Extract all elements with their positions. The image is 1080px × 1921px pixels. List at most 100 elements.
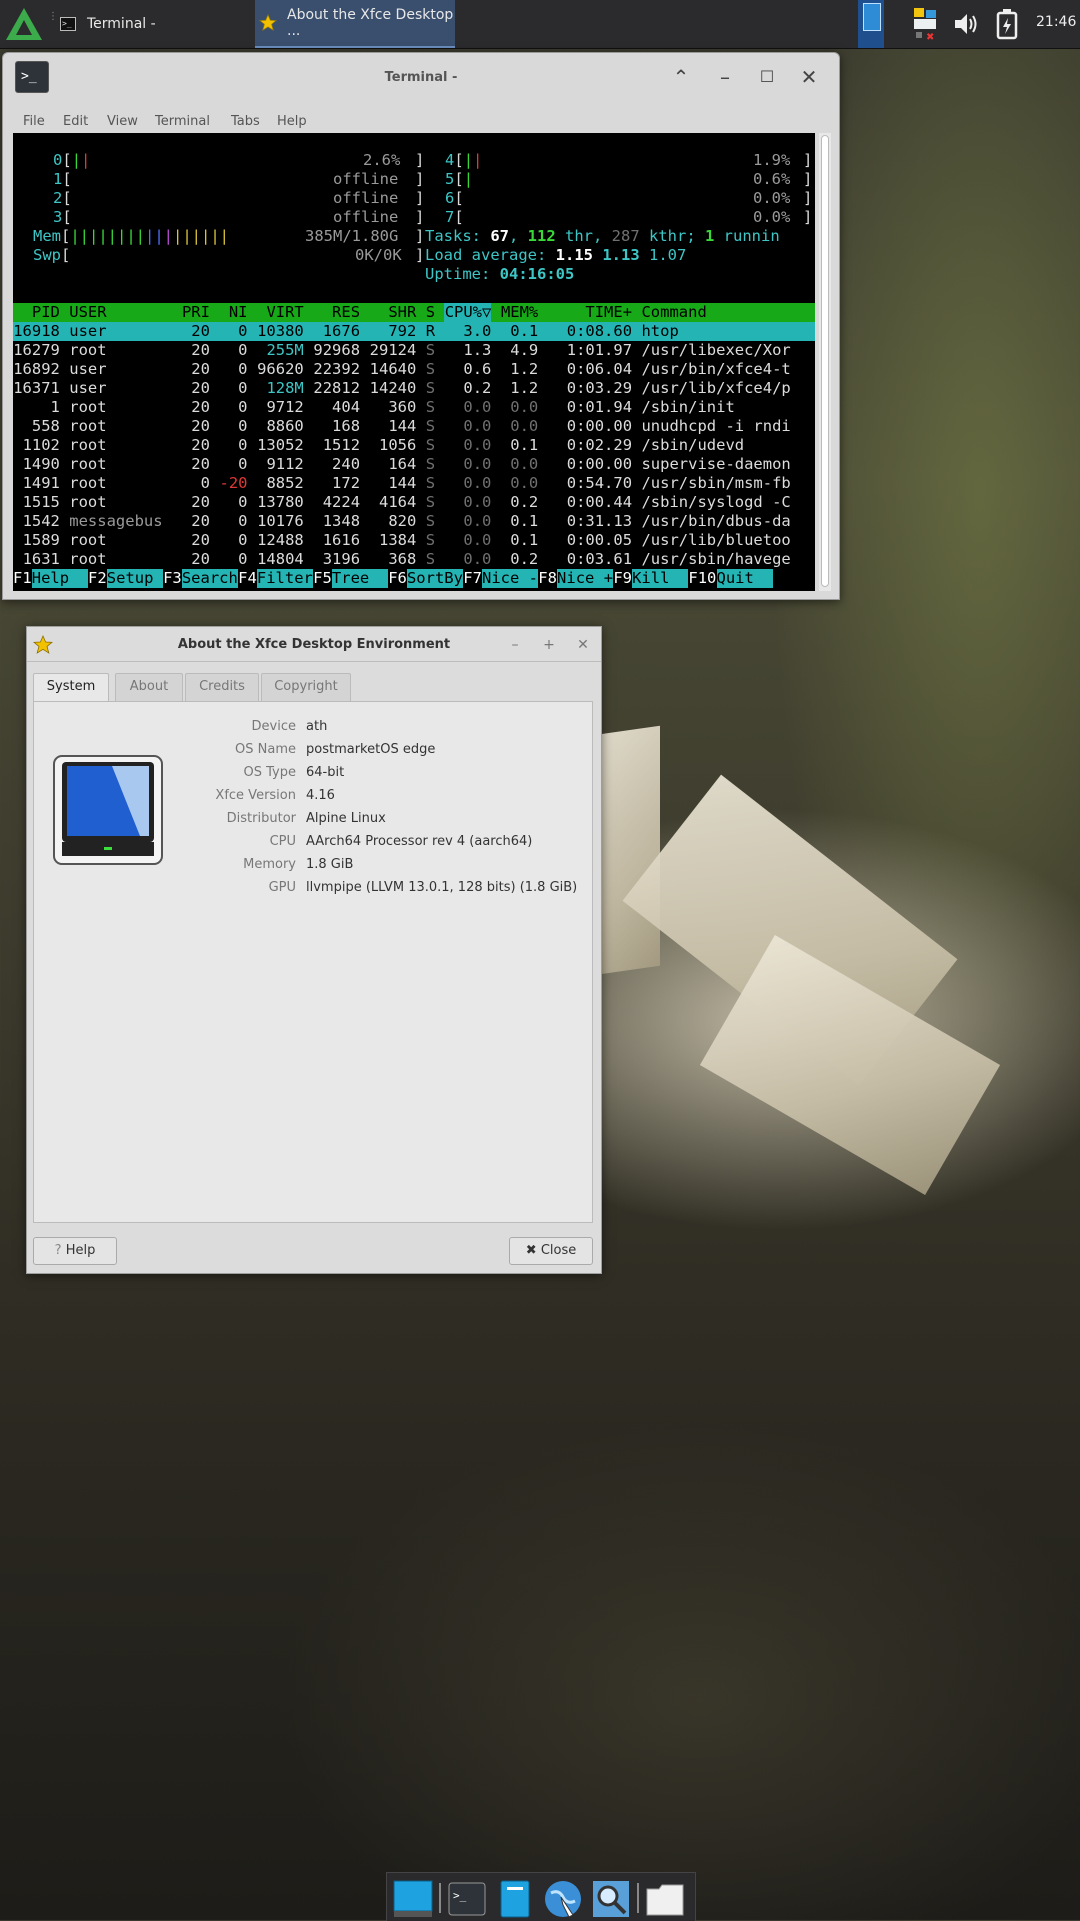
process-pri: 20 — [191, 531, 210, 549]
battery-charging-icon[interactable] — [993, 8, 1021, 40]
file-manager-icon[interactable] — [495, 1879, 535, 1919]
xfce-menu-icon[interactable] — [4, 4, 44, 44]
process-row[interactable]: 16892 user 20 0 96620 22392 14640 S 0.6 1.2 0:06.0… — [13, 360, 815, 379]
column-header-time[interactable]: TIME+ — [548, 303, 632, 322]
column-header-ni[interactable]: NI — [219, 303, 248, 322]
column-header-shr[interactable]: SHR — [369, 303, 416, 322]
column-header-res[interactable]: RES — [313, 303, 360, 322]
fkey-f8[interactable]: F8 — [538, 569, 557, 588]
fkey-f10[interactable]: F10 — [688, 569, 716, 588]
process-row[interactable]: 1515 root 20 0 13780 4224 4164 S 0.0 0.2 0:00.44/s… — [13, 493, 815, 512]
fkey-f7[interactable]: F7 — [463, 569, 482, 588]
fkey-label-f5[interactable]: Tree — [331, 569, 389, 588]
menu-tabs[interactable]: Tabs — [231, 114, 260, 129]
process-row[interactable]: 1631 root 20 0 14804 3196 368 S 0.0 0.2 0:03.61/us… — [13, 550, 815, 569]
process-user: root — [69, 493, 107, 511]
workspace-switcher[interactable] — [858, 0, 884, 48]
folder-icon[interactable] — [645, 1879, 685, 1919]
process-row[interactable]: 1542 messagebus 20 0 10176 1348 820 S 0.0 0.1 0:31… — [13, 512, 815, 531]
htop-screen[interactable]: 0[|| 2.6% ] 1[ offline ] 2[ offline ] 3[… — [13, 133, 815, 591]
tab-copyright[interactable]: Copyright — [261, 673, 351, 701]
fkey-f6[interactable]: F6 — [388, 569, 407, 588]
network-status-icon[interactable]: ✖ — [910, 6, 944, 42]
process-virt: 128M — [266, 379, 304, 397]
terminal-titlebar[interactable]: >_ Terminal - ⌃ – ☐ ✕ — [3, 53, 839, 105]
fkey-label-f1[interactable]: Help — [31, 569, 89, 588]
panel-handle[interactable]: ⋮ — [48, 12, 58, 34]
column-header-cpu[interactable]: CPU%▽ — [444, 303, 492, 322]
search-icon[interactable] — [591, 1879, 631, 1919]
process-row[interactable]: 16371 user 20 0 128M 22812 14240 S 0.2 1.2 0:03.29… — [13, 379, 815, 398]
menu-help[interactable]: Help — [277, 114, 307, 129]
tab-credits[interactable]: Credits — [185, 673, 259, 701]
fkey-label-f2[interactable]: Setup — [106, 569, 164, 588]
process-row[interactable]: 558 root 20 0 8860 168 144 S 0.0 0.0 0:00.00 unudhc… — [13, 417, 815, 436]
show-desktop-icon[interactable] — [393, 1879, 433, 1919]
minimize-icon[interactable]: – — [505, 635, 525, 655]
fkey-label-f3[interactable]: Search — [181, 569, 239, 588]
menu-edit[interactable]: Edit — [63, 114, 88, 129]
process-table-header[interactable]: PID USER PRI NI VIRT RES SHR S CPU%▽ MEM% TIME+ Com… — [13, 303, 815, 322]
fkey-f5[interactable]: F5 — [313, 569, 332, 588]
column-header-user[interactable]: USER — [69, 303, 106, 322]
taskbar-terminal-label: Terminal - — [87, 16, 156, 32]
fkey-label-f4[interactable]: Filter — [256, 569, 314, 588]
maximize-icon[interactable]: + — [539, 635, 559, 655]
terminal-window: >_ Terminal - ⌃ – ☐ ✕ File Edit View Ter… — [2, 52, 840, 600]
help-button[interactable]: ? Help — [33, 1237, 117, 1265]
close-button[interactable]: ✖ Close — [509, 1237, 593, 1265]
clock[interactable]: 21:46 — [1036, 14, 1076, 30]
process-res: 1676 — [322, 322, 361, 340]
fkey-label-f6[interactable]: SortBy — [406, 569, 464, 588]
process-row[interactable]: 16279 root 20 0 255M 92968 29124 S 1.3 4.9 1:01.97… — [13, 341, 815, 360]
minimize-icon[interactable]: – — [711, 63, 739, 91]
menu-view[interactable]: View — [107, 114, 138, 129]
process-cmd: /usr/sbin/msm-fb — [641, 474, 791, 492]
fkey-label-f8[interactable]: Nice + — [557, 569, 614, 588]
column-header-pri[interactable]: PRI — [182, 303, 210, 322]
taskbar-terminal[interactable]: >_ Terminal - — [55, 0, 255, 48]
process-row[interactable]: 1 root 20 0 9712 404 360 S 0.0 0.0 0:01.94/sbin/in… — [13, 398, 815, 417]
column-header-pid[interactable]: PID — [13, 303, 60, 322]
close-icon[interactable]: ✕ — [573, 635, 593, 655]
fkey-label-f7[interactable]: Nice - — [482, 569, 539, 588]
taskbar-about[interactable]: About the Xfce Desktop ... — [255, 0, 455, 48]
process-virt: 10176 — [257, 512, 304, 530]
column-header-command[interactable]: Command — [641, 303, 706, 322]
chevron-up-icon[interactable]: ⌃ — [667, 63, 695, 91]
menu-terminal[interactable]: Terminal — [155, 114, 210, 129]
process-cpu: 0.0 — [463, 455, 492, 473]
process-virt: 9712 — [266, 398, 304, 416]
maximize-icon[interactable]: ☐ — [753, 63, 781, 91]
process-row[interactable]: 1491 root 0 -20 8852 172 144 S 0.0 0.0 0:54.70/usr… — [13, 474, 815, 493]
process-row[interactable]: 1589 root 20 0 12488 1616 1384 S 0.0 0.1 0:00.05/u… — [13, 531, 815, 550]
function-key-bar: F1 Help F2 Setup F3 Search F4 Filter F5 Tree F6 Sor… — [13, 569, 815, 588]
volume-icon[interactable] — [952, 10, 980, 38]
fkey-label-f9[interactable]: Kill — [632, 569, 689, 588]
process-virt: 8852 — [266, 474, 304, 492]
about-titlebar[interactable]: About the Xfce Desktop Environment – + ✕ — [27, 627, 601, 662]
terminal-scrollbar[interactable] — [819, 133, 831, 591]
process-mem: 4.9 — [510, 341, 539, 359]
process-ni: 0 — [238, 398, 248, 416]
menu-file[interactable]: File — [23, 114, 45, 129]
column-header-mem[interactable]: MEM% — [501, 303, 538, 322]
close-icon[interactable]: ✕ — [795, 63, 823, 91]
column-header-virt[interactable]: VIRT — [257, 303, 303, 322]
process-row[interactable]: 1490 root 20 0 9112 240 164 S 0.0 0.0 0:00.00 super… — [13, 455, 815, 474]
fkey-f9[interactable]: F9 — [613, 569, 632, 588]
terminal-icon[interactable]: >_ — [447, 1879, 487, 1919]
tab-about[interactable]: About — [115, 673, 183, 701]
fkey-f4[interactable]: F4 — [238, 569, 257, 588]
process-row[interactable]: 16918 user 20 0 10380 1676 792 R 3.0 0.1 0:08.60 ht… — [13, 322, 815, 341]
tab-system[interactable]: System — [33, 673, 109, 703]
fkey-f2[interactable]: F2 — [88, 569, 107, 588]
web-browser-icon[interactable] — [543, 1879, 583, 1919]
column-header-s[interactable]: S — [426, 303, 435, 322]
process-pid: 1631 — [22, 550, 60, 568]
fkey-f3[interactable]: F3 — [163, 569, 182, 588]
info-label: GPU — [268, 880, 296, 895]
fkey-label-f10[interactable]: Quit — [716, 569, 773, 588]
fkey-f1[interactable]: F1 — [13, 569, 32, 588]
process-row[interactable]: 1102 root 20 0 13052 1512 1056 S 0.0 0.1 0:02.29/s… — [13, 436, 815, 455]
